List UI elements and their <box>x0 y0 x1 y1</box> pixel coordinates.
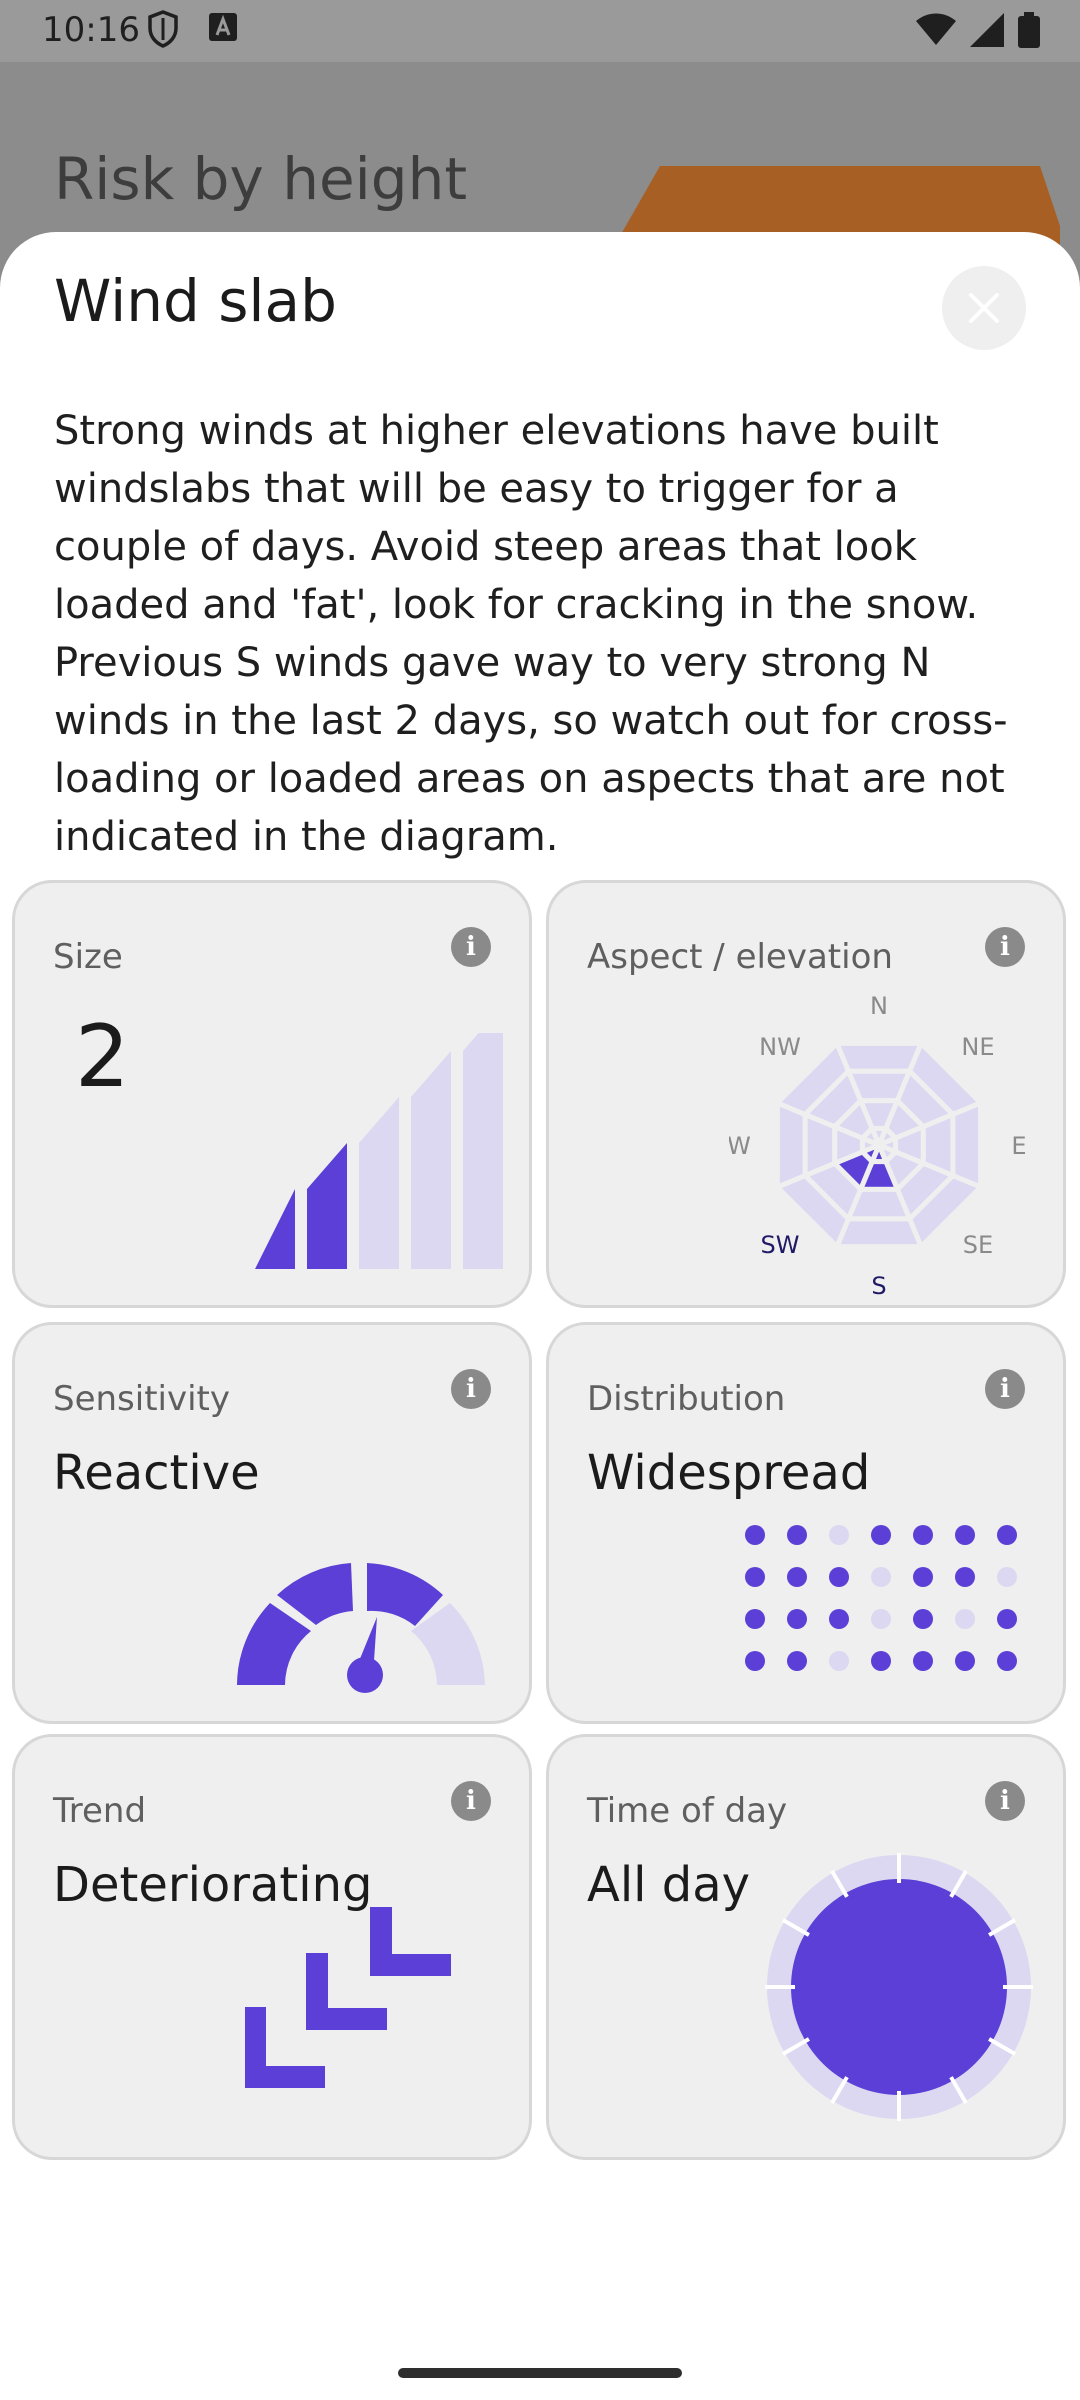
sensitivity-label: Sensitivity <box>53 1379 231 1419</box>
home-indicator[interactable] <box>398 2368 682 2378</box>
distribution-dot <box>871 1609 891 1629</box>
time-of-day-label: Time of day <box>587 1791 788 1831</box>
distribution-dot <box>997 1567 1017 1587</box>
distribution-dot <box>871 1651 891 1671</box>
time-of-day-value: All day <box>587 1857 751 1913</box>
time-of-day-card[interactable]: Time of day i All day <box>546 1734 1066 2160</box>
rose-label-ne: NE <box>961 1033 994 1061</box>
aspect-rose: N NE E SE S SW W NW <box>729 995 1027 1295</box>
rose-label-sw: SW <box>761 1231 800 1259</box>
sensitivity-info-icon[interactable]: i <box>451 1369 491 1409</box>
distribution-dot <box>745 1525 765 1545</box>
trend-label: Trend <box>53 1791 147 1831</box>
close-button[interactable] <box>942 266 1026 350</box>
distribution-dot <box>829 1525 849 1545</box>
distribution-dot <box>787 1567 807 1587</box>
distribution-dot <box>913 1525 933 1545</box>
distribution-dot <box>787 1525 807 1545</box>
sheet-title: Wind slab <box>54 267 337 335</box>
aspect-label: Aspect / elevation <box>587 937 893 977</box>
sensitivity-gauge <box>237 1563 485 1693</box>
rose-label-se: SE <box>963 1231 993 1259</box>
problem-description: Strong winds at higher elevations have b… <box>54 408 1008 860</box>
distribution-dot <box>745 1651 765 1671</box>
size-bars-chart <box>255 1033 503 1269</box>
sensitivity-card[interactable]: Sensitivity i Reactive <box>12 1322 532 1724</box>
rose-label-s: S <box>871 1272 886 1295</box>
size-label: Size <box>53 937 123 977</box>
sensitivity-value: Reactive <box>53 1445 260 1501</box>
rose-segment-s-4 <box>833 1216 925 1250</box>
size-bar-2 <box>307 1143 347 1269</box>
aspect-elevation-card[interactable]: Aspect / elevation i N NE E SE S SW W NW <box>546 880 1066 1308</box>
background-title: Risk by height <box>54 145 468 213</box>
distribution-dot <box>787 1651 807 1671</box>
time-of-day-info-icon[interactable]: i <box>985 1781 1025 1821</box>
rose-label-w: W <box>729 1132 751 1160</box>
wifi-icon <box>916 13 956 45</box>
trend-info-icon[interactable]: i <box>451 1781 491 1821</box>
battery-icon <box>1018 12 1040 48</box>
distribution-dot <box>913 1609 933 1629</box>
size-bar-1 <box>255 1189 295 1269</box>
size-bar-4 <box>411 1051 451 1269</box>
size-info-icon[interactable]: i <box>451 927 491 967</box>
trend-value: Deteriorating <box>53 1857 373 1913</box>
size-value: 2 <box>75 1007 130 1107</box>
status-bar: 10:16 <box>0 0 1080 62</box>
distribution-dot <box>955 1525 975 1545</box>
distribution-value: Widespread <box>587 1445 871 1501</box>
rose-segment-n-4 <box>833 1040 925 1074</box>
rose-label-nw: NW <box>759 1033 801 1061</box>
distribution-dot <box>871 1525 891 1545</box>
trend-card[interactable]: Trend i Deteriorating <box>12 1734 532 2160</box>
distribution-dot <box>871 1567 891 1587</box>
aspect-info-icon[interactable]: i <box>985 927 1025 967</box>
distribution-label: Distribution <box>587 1379 786 1419</box>
distribution-dot <box>913 1651 933 1671</box>
size-card[interactable]: Size i 2 <box>12 880 532 1308</box>
distribution-dot <box>997 1525 1017 1545</box>
clock-fill <box>791 1879 1007 2095</box>
distribution-dot <box>955 1651 975 1671</box>
distribution-dot <box>829 1651 849 1671</box>
distribution-dot <box>913 1567 933 1587</box>
size-bar-5 <box>463 1033 503 1269</box>
distribution-dot <box>997 1651 1017 1671</box>
distribution-dot <box>955 1609 975 1629</box>
distribution-dot <box>745 1567 765 1587</box>
close-icon <box>969 293 999 323</box>
bottom-sheet: Wind slab Strong winds at higher elevati… <box>0 232 1080 2400</box>
rose-segment-w-4 <box>774 1099 808 1191</box>
distribution-dot <box>955 1567 975 1587</box>
size-bar-3 <box>359 1097 399 1269</box>
distribution-dot <box>787 1609 807 1629</box>
distribution-dot <box>997 1609 1017 1629</box>
rose-label-n: N <box>870 995 888 1020</box>
accessibility-badge-icon <box>209 13 237 41</box>
deteriorating-trend-icon <box>245 1907 451 2088</box>
distribution-info-icon[interactable]: i <box>985 1369 1025 1409</box>
distribution-dot <box>745 1609 765 1629</box>
distribution-dot-grid <box>745 1525 1017 1671</box>
rose-segment-e-4 <box>950 1099 984 1191</box>
distribution-dot <box>829 1609 849 1629</box>
status-time: 10:16 <box>42 10 140 50</box>
distribution-card[interactable]: Distribution i Widespread <box>546 1322 1066 1724</box>
distribution-dot <box>829 1567 849 1587</box>
cellular-signal-icon <box>970 13 1004 47</box>
time-of-day-clock <box>765 1853 1033 2121</box>
rose-label-e: E <box>1011 1132 1026 1160</box>
shield-icon <box>148 10 178 48</box>
